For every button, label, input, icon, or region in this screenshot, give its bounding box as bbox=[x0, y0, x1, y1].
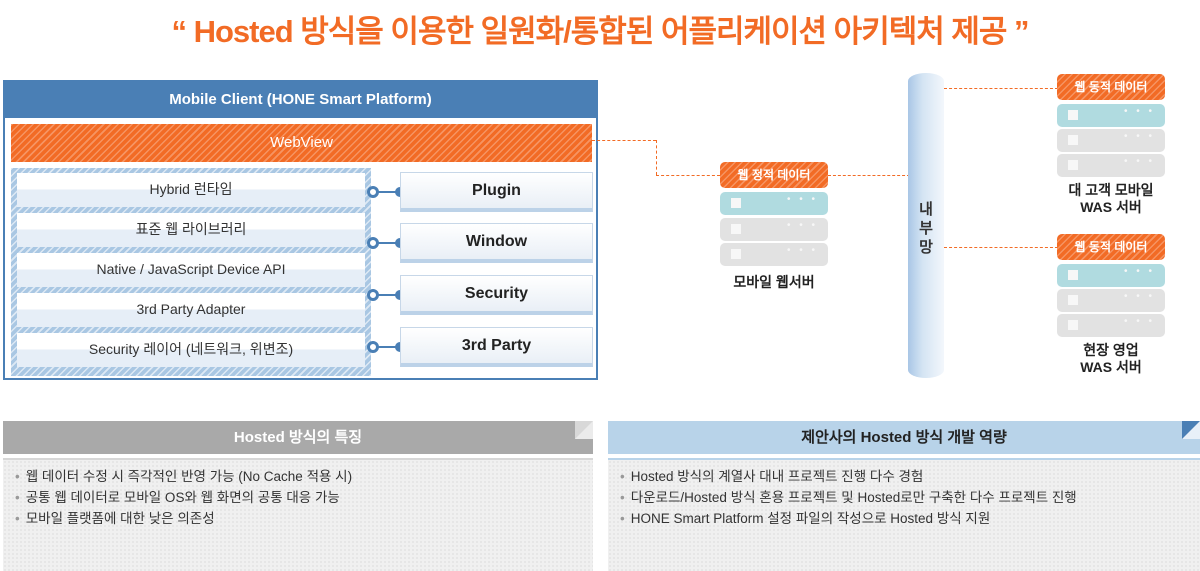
dynamic-data-label: 웹 동적 데이터 bbox=[1057, 74, 1165, 100]
network-label-char: 부 bbox=[919, 220, 933, 237]
was-server-name: 현장 영업 WAS 서버 bbox=[1041, 342, 1181, 376]
server-dots-icon: • • • bbox=[1123, 316, 1155, 327]
connector-security bbox=[367, 289, 405, 301]
mobile-client-box: Mobile Client (HONE Smart Platform) WebV… bbox=[3, 80, 598, 380]
server-unit: • • • bbox=[720, 218, 828, 241]
layer-security: Security 레이어 (네트워크, 위변조) bbox=[17, 333, 365, 367]
server-dots-icon: • • • bbox=[786, 194, 818, 205]
capability-list-item: • HONE Smart Platform 설정 파일의 작성으로 Hosted … bbox=[620, 508, 1188, 529]
features-list-item: • 공통 웹 데이터로 모바일 OS와 웹 화면의 공통 대응 가능 bbox=[15, 487, 581, 508]
ext-security: Security bbox=[400, 275, 593, 315]
features-list-item: • 모바일 플랫폼에 대한 낮은 의존성 bbox=[15, 508, 581, 529]
dashed-link-to-webserver bbox=[656, 175, 720, 176]
server-indicator-icon bbox=[731, 249, 741, 259]
was-server-name: 대 고객 모바일 WAS 서버 bbox=[1041, 182, 1181, 216]
mobile-web-server: 웹 정적 데이터 • • • • • • • • • 모바일 웹서버 bbox=[720, 162, 828, 292]
webview-bar: WebView bbox=[11, 124, 592, 162]
dashed-link-webview-drop bbox=[656, 140, 657, 175]
features-list-item: • 웹 데이터 수정 시 즉각적인 반영 가능 (No Cache 적용 시) bbox=[15, 466, 581, 487]
server-dots-icon: • • • bbox=[1123, 291, 1155, 302]
list-item-text: 모바일 플랫폼에 대한 낮은 의존성 bbox=[25, 511, 215, 526]
dashed-link-webview bbox=[592, 140, 656, 141]
layer-3rd-party-adapter: 3rd Party Adapter bbox=[17, 293, 365, 327]
server-indicator-icon bbox=[731, 224, 741, 234]
server-indicator-icon bbox=[731, 198, 741, 208]
features-panel-title: Hosted 방식의 특징 bbox=[233, 429, 363, 446]
list-item-text: Hosted 방식의 계열사 대내 프로젝트 진행 다수 경험 bbox=[630, 469, 924, 484]
dashed-link-network-was2 bbox=[944, 247, 1058, 248]
server-unit: • • • bbox=[1057, 289, 1165, 312]
server-unit: • • • bbox=[1057, 154, 1165, 177]
bullet-icon: • bbox=[620, 511, 625, 526]
dashed-link-network-was1 bbox=[944, 88, 1058, 89]
was-server-customer: 웹 동적 데이터 • • • • • • • • • 대 고객 모바일 WAS … bbox=[1057, 74, 1165, 224]
was-server-name-line: WAS 서버 bbox=[1080, 359, 1142, 375]
bullet-icon: • bbox=[15, 469, 20, 484]
server-unit: • • • bbox=[1057, 264, 1165, 287]
server-unit: • • • bbox=[1057, 129, 1165, 152]
ext-3rd-party: 3rd Party bbox=[400, 327, 593, 367]
list-item-text: 웹 데이터 수정 시 즉각적인 반영 가능 (No Cache 적용 시) bbox=[25, 469, 353, 484]
server-unit: • • • bbox=[1057, 314, 1165, 337]
connector-window bbox=[367, 237, 405, 249]
was-server-field-sales: 웹 동적 데이터 • • • • • • • • • 현장 영업 WAS 서버 bbox=[1057, 234, 1165, 384]
server-dots-icon: • • • bbox=[1123, 106, 1155, 117]
server-indicator-icon bbox=[1068, 270, 1078, 280]
runtime-stack: Hybrid 런타임 표준 웹 라이브러리 Native / JavaScrip… bbox=[11, 168, 371, 376]
server-dots-icon: • • • bbox=[786, 220, 818, 231]
capability-panel-title: 제안사의 Hosted 방식 개발 역량 bbox=[801, 429, 1007, 446]
was-server-name-line: 현장 영업 bbox=[1083, 342, 1139, 358]
dashed-link-webserver-network bbox=[828, 175, 910, 176]
server-dots-icon: • • • bbox=[1123, 131, 1155, 142]
server-indicator-icon bbox=[1068, 135, 1078, 145]
capability-panel-body: • Hosted 방식의 계열사 대내 프로젝트 진행 다수 경험 • 다운로드/H… bbox=[608, 458, 1200, 571]
page-fold-corner bbox=[1182, 421, 1200, 439]
mobile-client-header: Mobile Client (HONE Smart Platform) bbox=[5, 82, 596, 118]
features-panel-body: • 웹 데이터 수정 시 즉각적인 반영 가능 (No Cache 적용 시) •… bbox=[3, 458, 593, 571]
internal-network-label: 내 부 망 bbox=[908, 200, 944, 257]
list-item-text: HONE Smart Platform 설정 파일의 작성으로 Hosted 방… bbox=[630, 511, 991, 526]
list-item-text: 다운로드/Hosted 방식 혼용 프로젝트 및 Hosted로만 구축한 다수… bbox=[630, 490, 1077, 505]
network-label-char: 내 bbox=[919, 201, 933, 218]
server-unit: • • • bbox=[720, 243, 828, 266]
was-server-name-line: WAS 서버 bbox=[1080, 199, 1142, 215]
bullet-icon: • bbox=[15, 490, 20, 505]
features-panel-header: Hosted 방식의 특징 bbox=[3, 421, 593, 454]
capability-panel-header: 제안사의 Hosted 방식 개발 역량 bbox=[608, 421, 1200, 454]
static-data-label: 웹 정적 데이터 bbox=[720, 162, 828, 188]
server-indicator-icon bbox=[1068, 320, 1078, 330]
server-indicator-icon bbox=[1068, 110, 1078, 120]
ext-plugin: Plugin bbox=[400, 172, 593, 212]
bullet-icon: • bbox=[620, 469, 625, 484]
connector-plugin bbox=[367, 186, 405, 198]
bullet-icon: • bbox=[15, 511, 20, 526]
network-label-char: 망 bbox=[919, 239, 933, 256]
list-item-text: 공통 웹 데이터로 모바일 OS와 웹 화면의 공통 대응 가능 bbox=[25, 490, 340, 505]
ext-window: Window bbox=[400, 223, 593, 263]
dynamic-data-label: 웹 동적 데이터 bbox=[1057, 234, 1165, 260]
layer-device-api: Native / JavaScript Device API bbox=[17, 253, 365, 287]
server-dots-icon: • • • bbox=[786, 245, 818, 256]
capability-list-item: • 다운로드/Hosted 방식 혼용 프로젝트 및 Hosted로만 구축한 다… bbox=[620, 487, 1188, 508]
bullet-icon: • bbox=[620, 490, 625, 505]
server-dots-icon: • • • bbox=[1123, 266, 1155, 277]
layer-web-library: 표준 웹 라이브러리 bbox=[17, 213, 365, 247]
server-unit: • • • bbox=[720, 192, 828, 215]
was-server-name-line: 대 고객 모바일 bbox=[1068, 182, 1154, 198]
layer-hybrid-runtime: Hybrid 런타임 bbox=[17, 173, 365, 207]
web-server-name: 모바일 웹서버 bbox=[733, 274, 815, 290]
server-dots-icon: • • • bbox=[1123, 156, 1155, 167]
server-indicator-icon bbox=[1068, 295, 1078, 305]
page-title: “ Hosted 방식을 이용한 일원화/통합된 어플리케이션 아키텍처 제공 … bbox=[171, 14, 1029, 49]
capability-list-item: • Hosted 방식의 계열사 대내 프로젝트 진행 다수 경험 bbox=[620, 466, 1188, 487]
server-indicator-icon bbox=[1068, 160, 1078, 170]
server-unit: • • • bbox=[1057, 104, 1165, 127]
page-fold-corner bbox=[575, 421, 593, 439]
connector-3rd-party bbox=[367, 341, 405, 353]
